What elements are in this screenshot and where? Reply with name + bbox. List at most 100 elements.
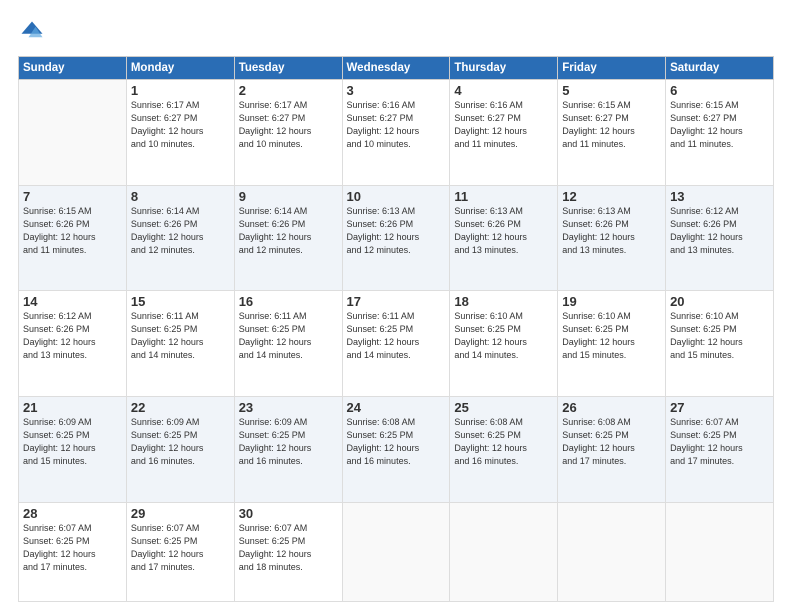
day-number: 17 (347, 294, 446, 309)
day-info: Sunrise: 6:11 AM Sunset: 6:25 PM Dayligh… (239, 310, 338, 362)
day-cell: 30Sunrise: 6:07 AM Sunset: 6:25 PM Dayli… (234, 502, 342, 601)
day-number: 14 (23, 294, 122, 309)
day-header-thursday: Thursday (450, 57, 558, 80)
day-info: Sunrise: 6:10 AM Sunset: 6:25 PM Dayligh… (454, 310, 553, 362)
day-number: 10 (347, 189, 446, 204)
day-cell: 18Sunrise: 6:10 AM Sunset: 6:25 PM Dayli… (450, 291, 558, 397)
day-number: 11 (454, 189, 553, 204)
day-cell: 9Sunrise: 6:14 AM Sunset: 6:26 PM Daylig… (234, 185, 342, 291)
day-cell: 15Sunrise: 6:11 AM Sunset: 6:25 PM Dayli… (126, 291, 234, 397)
day-number: 27 (670, 400, 769, 415)
day-info: Sunrise: 6:12 AM Sunset: 6:26 PM Dayligh… (23, 310, 122, 362)
day-header-saturday: Saturday (666, 57, 774, 80)
day-cell (450, 502, 558, 601)
day-cell: 6Sunrise: 6:15 AM Sunset: 6:27 PM Daylig… (666, 80, 774, 186)
day-number: 7 (23, 189, 122, 204)
day-info: Sunrise: 6:11 AM Sunset: 6:25 PM Dayligh… (131, 310, 230, 362)
day-number: 1 (131, 83, 230, 98)
day-number: 3 (347, 83, 446, 98)
day-cell: 24Sunrise: 6:08 AM Sunset: 6:25 PM Dayli… (342, 396, 450, 502)
day-cell: 1Sunrise: 6:17 AM Sunset: 6:27 PM Daylig… (126, 80, 234, 186)
day-info: Sunrise: 6:08 AM Sunset: 6:25 PM Dayligh… (454, 416, 553, 468)
day-number: 16 (239, 294, 338, 309)
day-cell: 17Sunrise: 6:11 AM Sunset: 6:25 PM Dayli… (342, 291, 450, 397)
day-header-monday: Monday (126, 57, 234, 80)
day-number: 30 (239, 506, 338, 521)
day-cell (666, 502, 774, 601)
day-number: 23 (239, 400, 338, 415)
day-info: Sunrise: 6:07 AM Sunset: 6:25 PM Dayligh… (670, 416, 769, 468)
day-number: 5 (562, 83, 661, 98)
day-cell: 25Sunrise: 6:08 AM Sunset: 6:25 PM Dayli… (450, 396, 558, 502)
day-info: Sunrise: 6:08 AM Sunset: 6:25 PM Dayligh… (562, 416, 661, 468)
day-info: Sunrise: 6:07 AM Sunset: 6:25 PM Dayligh… (239, 522, 338, 574)
day-info: Sunrise: 6:14 AM Sunset: 6:26 PM Dayligh… (239, 205, 338, 257)
day-cell: 8Sunrise: 6:14 AM Sunset: 6:26 PM Daylig… (126, 185, 234, 291)
day-cell: 7Sunrise: 6:15 AM Sunset: 6:26 PM Daylig… (19, 185, 127, 291)
day-header-tuesday: Tuesday (234, 57, 342, 80)
day-cell: 2Sunrise: 6:17 AM Sunset: 6:27 PM Daylig… (234, 80, 342, 186)
day-info: Sunrise: 6:13 AM Sunset: 6:26 PM Dayligh… (562, 205, 661, 257)
header-row: SundayMondayTuesdayWednesdayThursdayFrid… (19, 57, 774, 80)
logo (18, 18, 50, 46)
day-number: 29 (131, 506, 230, 521)
day-cell: 5Sunrise: 6:15 AM Sunset: 6:27 PM Daylig… (558, 80, 666, 186)
day-number: 26 (562, 400, 661, 415)
day-cell (19, 80, 127, 186)
day-info: Sunrise: 6:16 AM Sunset: 6:27 PM Dayligh… (454, 99, 553, 151)
day-info: Sunrise: 6:10 AM Sunset: 6:25 PM Dayligh… (562, 310, 661, 362)
week-row-5: 28Sunrise: 6:07 AM Sunset: 6:25 PM Dayli… (19, 502, 774, 601)
week-row-1: 1Sunrise: 6:17 AM Sunset: 6:27 PM Daylig… (19, 80, 774, 186)
day-number: 13 (670, 189, 769, 204)
day-cell: 3Sunrise: 6:16 AM Sunset: 6:27 PM Daylig… (342, 80, 450, 186)
day-header-wednesday: Wednesday (342, 57, 450, 80)
week-row-2: 7Sunrise: 6:15 AM Sunset: 6:26 PM Daylig… (19, 185, 774, 291)
day-number: 9 (239, 189, 338, 204)
day-cell (558, 502, 666, 601)
day-cell: 27Sunrise: 6:07 AM Sunset: 6:25 PM Dayli… (666, 396, 774, 502)
day-number: 24 (347, 400, 446, 415)
day-info: Sunrise: 6:13 AM Sunset: 6:26 PM Dayligh… (454, 205, 553, 257)
day-info: Sunrise: 6:16 AM Sunset: 6:27 PM Dayligh… (347, 99, 446, 151)
day-cell: 21Sunrise: 6:09 AM Sunset: 6:25 PM Dayli… (19, 396, 127, 502)
day-number: 4 (454, 83, 553, 98)
day-info: Sunrise: 6:15 AM Sunset: 6:27 PM Dayligh… (670, 99, 769, 151)
day-cell: 29Sunrise: 6:07 AM Sunset: 6:25 PM Dayli… (126, 502, 234, 601)
day-cell: 22Sunrise: 6:09 AM Sunset: 6:25 PM Dayli… (126, 396, 234, 502)
day-cell: 10Sunrise: 6:13 AM Sunset: 6:26 PM Dayli… (342, 185, 450, 291)
day-info: Sunrise: 6:15 AM Sunset: 6:26 PM Dayligh… (23, 205, 122, 257)
day-info: Sunrise: 6:08 AM Sunset: 6:25 PM Dayligh… (347, 416, 446, 468)
day-number: 25 (454, 400, 553, 415)
day-info: Sunrise: 6:07 AM Sunset: 6:25 PM Dayligh… (131, 522, 230, 574)
day-cell: 12Sunrise: 6:13 AM Sunset: 6:26 PM Dayli… (558, 185, 666, 291)
day-cell: 19Sunrise: 6:10 AM Sunset: 6:25 PM Dayli… (558, 291, 666, 397)
day-info: Sunrise: 6:14 AM Sunset: 6:26 PM Dayligh… (131, 205, 230, 257)
week-row-3: 14Sunrise: 6:12 AM Sunset: 6:26 PM Dayli… (19, 291, 774, 397)
day-info: Sunrise: 6:10 AM Sunset: 6:25 PM Dayligh… (670, 310, 769, 362)
day-cell: 26Sunrise: 6:08 AM Sunset: 6:25 PM Dayli… (558, 396, 666, 502)
day-cell: 14Sunrise: 6:12 AM Sunset: 6:26 PM Dayli… (19, 291, 127, 397)
day-info: Sunrise: 6:09 AM Sunset: 6:25 PM Dayligh… (23, 416, 122, 468)
day-number: 6 (670, 83, 769, 98)
day-cell: 23Sunrise: 6:09 AM Sunset: 6:25 PM Dayli… (234, 396, 342, 502)
logo-icon (18, 18, 46, 46)
day-number: 21 (23, 400, 122, 415)
day-number: 12 (562, 189, 661, 204)
day-number: 19 (562, 294, 661, 309)
day-cell: 28Sunrise: 6:07 AM Sunset: 6:25 PM Dayli… (19, 502, 127, 601)
page: SundayMondayTuesdayWednesdayThursdayFrid… (0, 0, 792, 612)
day-info: Sunrise: 6:13 AM Sunset: 6:26 PM Dayligh… (347, 205, 446, 257)
calendar-table: SundayMondayTuesdayWednesdayThursdayFrid… (18, 56, 774, 602)
day-info: Sunrise: 6:11 AM Sunset: 6:25 PM Dayligh… (347, 310, 446, 362)
day-cell (342, 502, 450, 601)
day-info: Sunrise: 6:07 AM Sunset: 6:25 PM Dayligh… (23, 522, 122, 574)
day-info: Sunrise: 6:17 AM Sunset: 6:27 PM Dayligh… (131, 99, 230, 151)
week-row-4: 21Sunrise: 6:09 AM Sunset: 6:25 PM Dayli… (19, 396, 774, 502)
day-info: Sunrise: 6:09 AM Sunset: 6:25 PM Dayligh… (131, 416, 230, 468)
day-header-sunday: Sunday (19, 57, 127, 80)
day-cell: 4Sunrise: 6:16 AM Sunset: 6:27 PM Daylig… (450, 80, 558, 186)
day-number: 22 (131, 400, 230, 415)
day-number: 8 (131, 189, 230, 204)
day-cell: 13Sunrise: 6:12 AM Sunset: 6:26 PM Dayli… (666, 185, 774, 291)
day-number: 28 (23, 506, 122, 521)
